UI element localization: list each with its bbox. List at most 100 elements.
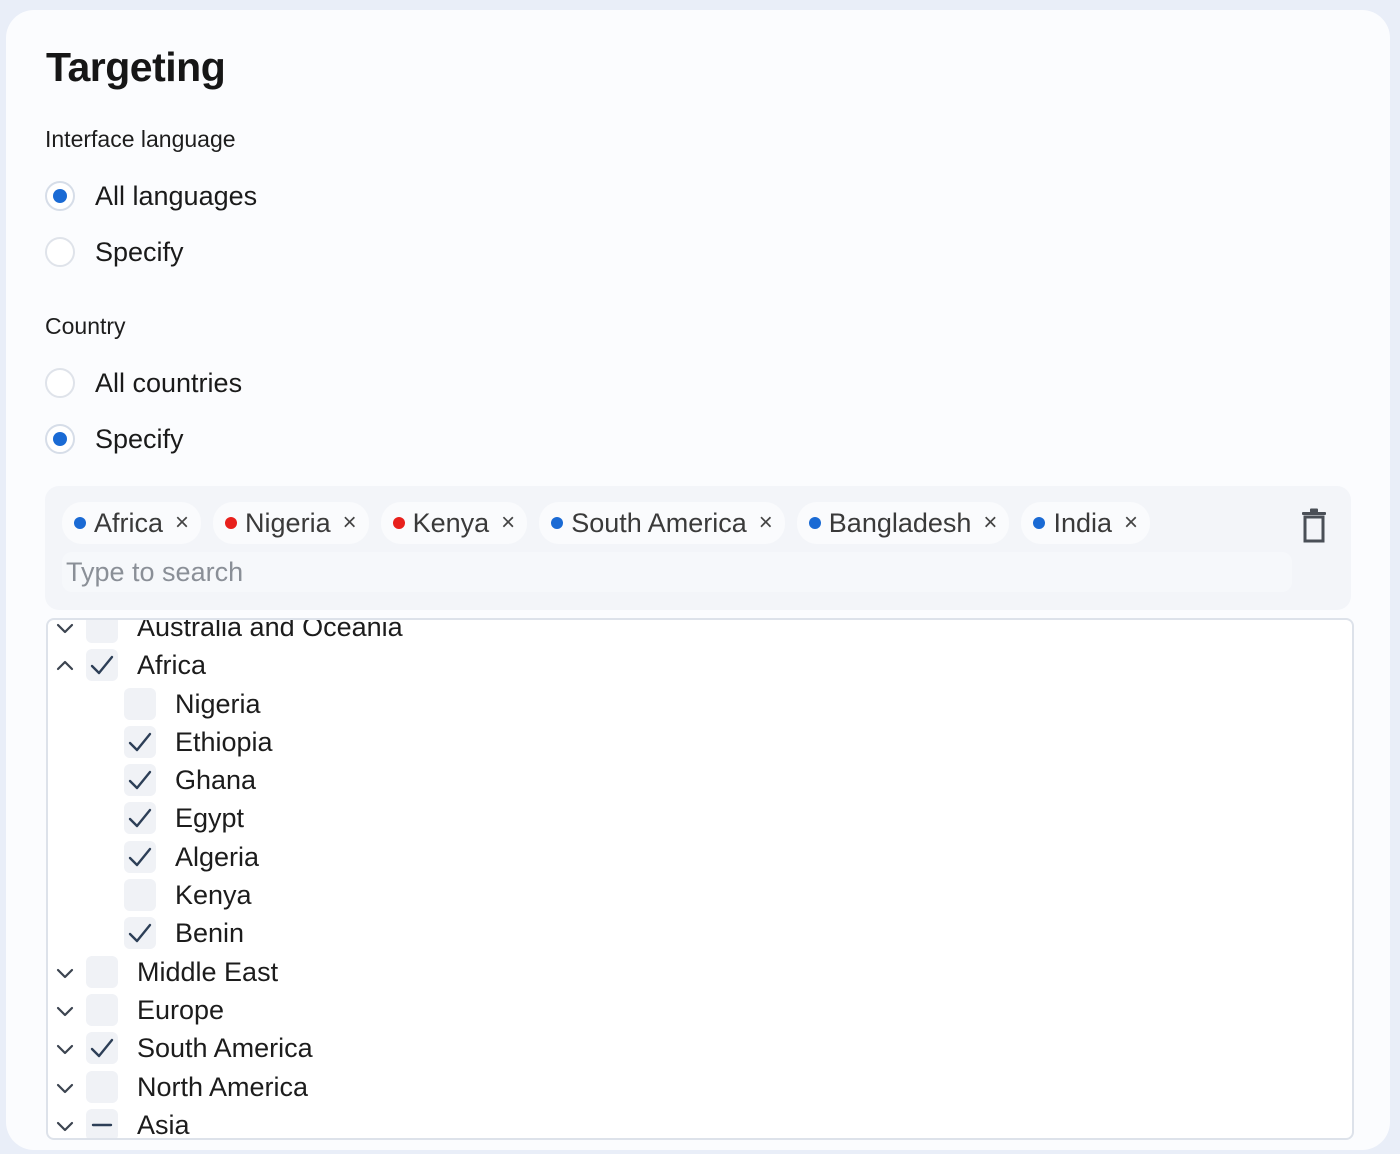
tree-checkbox[interactable]	[86, 1108, 118, 1138]
chevron-down-icon[interactable]	[55, 1116, 75, 1136]
tree-checkbox[interactable]	[124, 802, 156, 835]
checkmark-icon	[128, 809, 152, 828]
tree-checkbox[interactable]	[124, 687, 156, 720]
tree-node-north-america[interactable]: North America	[48, 1068, 1352, 1106]
checkmark-icon	[128, 732, 152, 752]
chevron-up-icon[interactable]	[55, 656, 75, 676]
country-label: Country	[45, 313, 126, 339]
targeting-card: Targeting Interface language All languag…	[6, 10, 1390, 1150]
tree-node-label: Kenya	[175, 880, 252, 911]
tag-dot-icon	[551, 517, 564, 529]
interface-language-label: Interface language	[45, 126, 236, 152]
page-title: Targeting	[46, 44, 226, 90]
tree-node-egypt[interactable]: Egypt	[48, 799, 1352, 837]
tree-node-label: Europe	[137, 994, 225, 1025]
tag-dot-icon	[808, 517, 821, 529]
radio-label: Specify	[95, 423, 184, 454]
checkmark-icon	[128, 847, 152, 866]
checkmark-icon	[90, 1039, 114, 1058]
tree-checkbox[interactable]	[86, 993, 118, 1026]
radio-all-countries[interactable]: All countries	[45, 363, 242, 403]
radio-button[interactable]	[45, 368, 75, 398]
tree-checkbox[interactable]	[124, 764, 156, 797]
tree-node-ghana[interactable]: Ghana	[48, 761, 1352, 799]
search-input[interactable]	[62, 552, 1292, 592]
tree-node-label: Africa	[137, 650, 207, 681]
clear-all-trash-icon[interactable]	[1299, 508, 1329, 544]
tree-node-label: Nigeria	[175, 688, 261, 719]
tree-node-europe[interactable]: Europe	[48, 991, 1352, 1029]
tree-node-kenya[interactable]: Kenya	[48, 876, 1352, 914]
tree-checkbox[interactable]	[124, 917, 156, 950]
radio-button[interactable]	[45, 181, 75, 211]
tree-checkbox[interactable]	[86, 1070, 118, 1103]
tree-node-label: Algeria	[175, 841, 260, 872]
checkmark-icon	[128, 924, 152, 943]
tag-remove-icon[interactable]: ×	[501, 511, 515, 535]
tag-chip: Africa ×	[62, 502, 202, 544]
tree-node-label: Benin	[175, 918, 245, 949]
tree-node-australia-and-oceania[interactable]: Australia and Oceania	[48, 618, 1352, 646]
tree-node-south-america[interactable]: South America	[48, 1029, 1352, 1067]
tree-node-label: North America	[137, 1071, 309, 1102]
tree-node-ethiopia[interactable]: Ethiopia	[48, 723, 1352, 761]
tree-node-nigeria[interactable]: Nigeria	[48, 685, 1352, 723]
radio-all-languages[interactable]: All languages	[45, 176, 257, 216]
chevron-down-icon[interactable]	[55, 1078, 75, 1098]
tree-node-label: South America	[137, 1033, 313, 1064]
tree-node-label: Asia	[137, 1109, 190, 1140]
tag-label: Africa	[94, 507, 164, 538]
country-tag-input[interactable]: Africa × Nigeria × Kenya × South America × Bangl…	[45, 486, 1351, 610]
tag-chip: South America ×	[539, 502, 785, 544]
tag-remove-icon[interactable]: ×	[1124, 511, 1138, 535]
tag-remove-icon[interactable]: ×	[759, 511, 773, 535]
tag-dot-icon	[74, 517, 86, 529]
tree-node-label: Ethiopia	[175, 726, 273, 757]
tag-chip: India ×	[1021, 502, 1151, 544]
tree-node-middle-east[interactable]: Middle East	[48, 953, 1352, 991]
selected-tags: Africa × Nigeria × Kenya × South America × Bangl…	[62, 502, 1151, 544]
chevron-down-icon[interactable]	[55, 620, 75, 638]
chevron-down-icon[interactable]	[55, 1039, 75, 1059]
tag-chip: Kenya ×	[380, 502, 528, 544]
tag-remove-icon[interactable]: ×	[343, 511, 357, 535]
tag-chip: Bangladesh ×	[796, 502, 1010, 544]
tag-label: South America	[571, 507, 747, 538]
radio-button[interactable]	[45, 237, 75, 267]
checkmark-icon	[90, 656, 114, 675]
tag-remove-icon[interactable]: ×	[175, 511, 189, 535]
radio-label: All languages	[95, 180, 258, 211]
tag-label: India	[1053, 507, 1112, 538]
radio-button[interactable]	[45, 424, 75, 454]
tag-dot-icon	[1033, 517, 1046, 529]
tree-node-label: Egypt	[175, 803, 245, 834]
tree-checkbox[interactable]	[86, 1032, 118, 1065]
radio-specify-country[interactable]: Specify	[45, 419, 184, 459]
tag-dot-icon	[392, 517, 405, 529]
tag-label: Nigeria	[245, 507, 331, 538]
tree-checkbox[interactable]	[124, 725, 156, 758]
tree-node-label: Middle East	[137, 956, 279, 987]
tree-node-asia[interactable]: Asia	[48, 1106, 1352, 1140]
tag-label: Kenya	[412, 507, 490, 538]
tree-checkbox[interactable]	[86, 620, 118, 643]
tree-node-label: Ghana	[175, 765, 257, 796]
radio-specify-language[interactable]: Specify	[45, 232, 184, 272]
tag-label: Bangladesh	[828, 507, 972, 538]
tree-node-africa[interactable]: Africa	[48, 646, 1352, 684]
tree-node-algeria[interactable]: Algeria	[48, 838, 1352, 876]
tag-remove-icon[interactable]: ×	[983, 511, 997, 535]
chevron-down-icon[interactable]	[55, 963, 75, 983]
tree-node-label: Australia and Oceania	[137, 618, 403, 642]
tree-node-benin[interactable]: Benin	[48, 914, 1352, 952]
tag-chip: Nigeria ×	[213, 502, 369, 544]
tree-checkbox[interactable]	[86, 955, 118, 988]
radio-label: Specify	[95, 236, 184, 267]
tree-checkbox[interactable]	[124, 879, 156, 912]
indeterminate-dash-icon	[91, 1123, 113, 1127]
chevron-down-icon[interactable]	[55, 1001, 75, 1021]
tree-checkbox[interactable]	[124, 840, 156, 873]
tag-dot-icon	[225, 517, 238, 529]
tree-checkbox[interactable]	[86, 649, 118, 682]
region-tree[interactable]: Australia and Oceania Africa Nigeria Ethiop…	[46, 618, 1354, 1140]
